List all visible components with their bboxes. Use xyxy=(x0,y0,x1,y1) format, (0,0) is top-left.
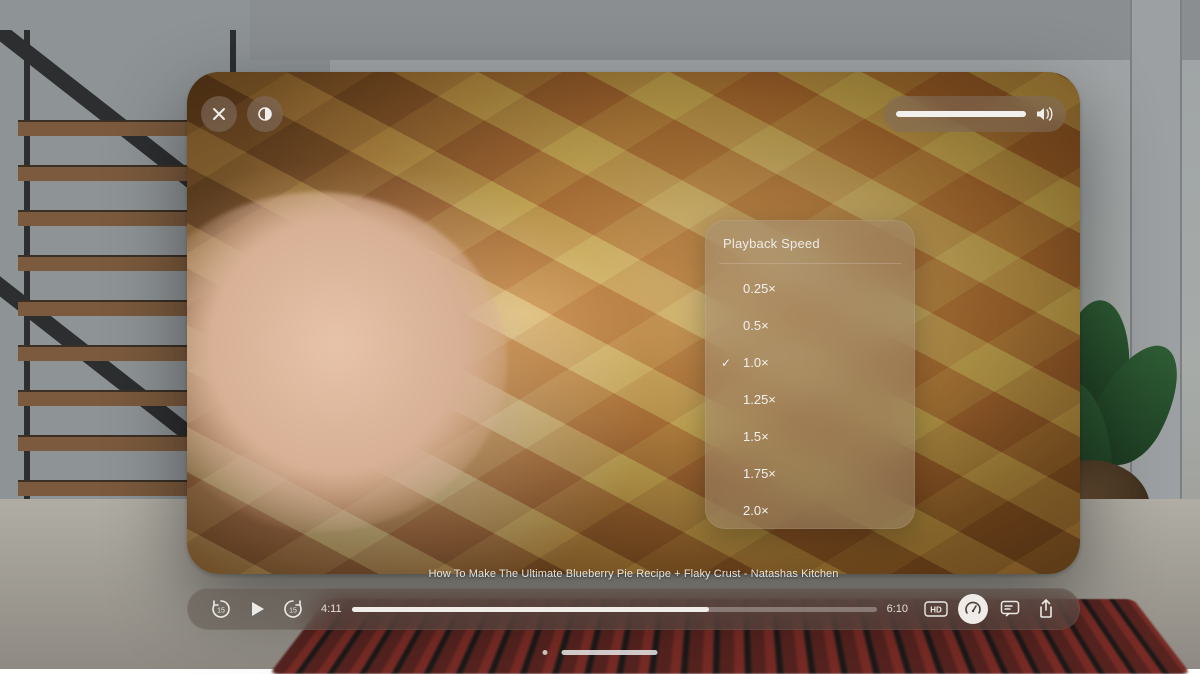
elapsed-time: 4:11 xyxy=(321,603,342,615)
hd-icon: HD xyxy=(924,601,948,617)
ceiling xyxy=(250,0,1200,60)
close-button[interactable] xyxy=(201,96,237,132)
total-time: 6:10 xyxy=(887,603,908,615)
play-icon xyxy=(248,600,266,618)
playback-speed-button[interactable] xyxy=(958,594,988,624)
svg-text:15: 15 xyxy=(289,608,297,615)
svg-text:HD: HD xyxy=(930,606,942,615)
close-icon xyxy=(212,107,226,121)
home-indicator[interactable] xyxy=(543,650,658,655)
video-window: Playback Speed 0.25× 0.5× ✓1.0× 1.25× 1.… xyxy=(187,72,1080,574)
speed-option-1-5[interactable]: 1.5× xyxy=(705,418,915,455)
page-dot xyxy=(543,650,548,655)
menu-title: Playback Speed xyxy=(705,220,915,263)
speedometer-icon xyxy=(964,600,982,618)
checkmark-icon: ✓ xyxy=(721,356,731,370)
speed-option-1-75[interactable]: 1.75× xyxy=(705,455,915,492)
playback-speed-menu: Playback Speed 0.25× 0.5× ✓1.0× 1.25× 1.… xyxy=(705,220,915,529)
share-button[interactable] xyxy=(1032,595,1060,623)
appearance-button[interactable] xyxy=(247,96,283,132)
share-icon xyxy=(1038,599,1054,619)
svg-text:15: 15 xyxy=(217,608,225,615)
volume-control[interactable] xyxy=(884,96,1066,132)
video-title: How To Make The Ultimate Blueberry Pie R… xyxy=(187,568,1080,580)
speed-option-0-25[interactable]: 0.25× xyxy=(705,270,915,307)
captions-button[interactable] xyxy=(996,595,1024,623)
quality-button[interactable]: HD xyxy=(922,595,950,623)
scrubber[interactable] xyxy=(352,607,877,612)
control-bar: 15 15 4:11 6:10 HD xyxy=(187,588,1080,630)
skip-back-button[interactable]: 15 xyxy=(207,595,235,623)
speed-option-1-25[interactable]: 1.25× xyxy=(705,381,915,418)
volume-track[interactable] xyxy=(896,111,1026,117)
home-bar xyxy=(562,650,658,655)
contrast-icon xyxy=(257,106,273,122)
skip-back-icon: 15 xyxy=(210,598,232,620)
speed-option-1-0[interactable]: ✓1.0× xyxy=(705,344,915,381)
skip-forward-icon: 15 xyxy=(282,598,304,620)
speed-option-2-0[interactable]: 2.0× xyxy=(705,492,915,529)
speaker-icon xyxy=(1036,106,1054,122)
transport-bar: How To Make The Ultimate Blueberry Pie R… xyxy=(187,574,1080,630)
scrubber-progress xyxy=(352,607,709,612)
speed-option-0-5[interactable]: 0.5× xyxy=(705,307,915,344)
captions-icon xyxy=(1000,600,1020,618)
play-button[interactable] xyxy=(243,595,271,623)
skip-forward-button[interactable]: 15 xyxy=(279,595,307,623)
